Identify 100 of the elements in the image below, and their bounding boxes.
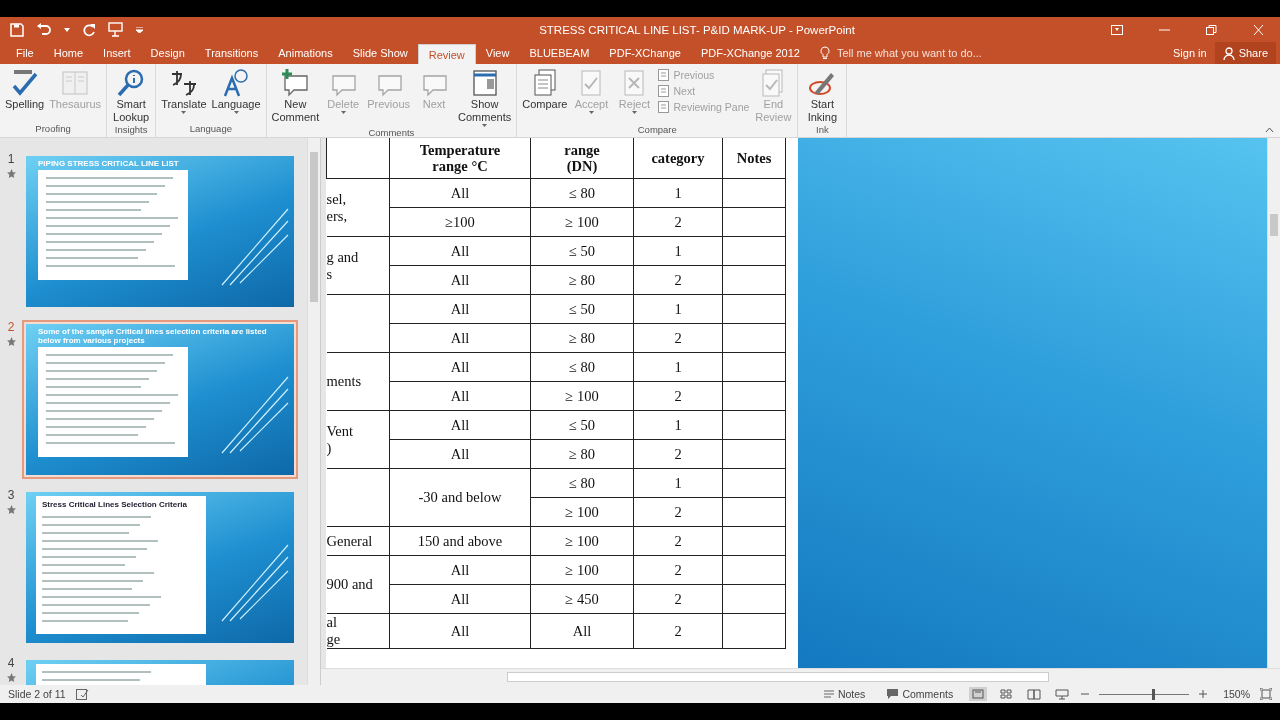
table-cell: ≤ 80 — [530, 352, 634, 382]
column-header: Temperature range °C — [389, 138, 531, 179]
scrollbar[interactable] — [321, 668, 1280, 685]
lightbulb-icon — [819, 46, 830, 60]
column-header: Notes — [722, 138, 786, 179]
presentation-icon[interactable] — [1053, 687, 1072, 701]
zoom-level[interactable]: 150% — [1223, 688, 1250, 700]
table-cell: All — [389, 613, 531, 649]
ribbon-tab[interactable]: Design — [140, 42, 195, 64]
ribbon-display-icon[interactable] — [1111, 24, 1123, 35]
table-cell: All — [389, 236, 531, 266]
sign-in-link[interactable]: Sign in — [1173, 47, 1207, 59]
group-label: Compare — [636, 124, 678, 137]
ribbon-tab[interactable]: BLUEBEAM — [519, 42, 600, 64]
ribbon-button[interactable]: Compare — [520, 66, 570, 111]
table-cell: 1 — [633, 352, 723, 382]
table-cell: 2 — [633, 207, 723, 237]
star-icon — [6, 337, 16, 346]
table-cell: 2 — [633, 381, 723, 411]
table-cell: General — [326, 526, 390, 556]
ribbon-icon — [280, 68, 311, 98]
comment-icon — [887, 689, 899, 699]
table-cell: All — [389, 352, 531, 382]
group-label: Proofing — [34, 123, 72, 136]
table-cell: ≥ 80 — [530, 439, 634, 469]
presentation-icon[interactable] — [108, 22, 124, 37]
fit-slide-icon[interactable] — [1260, 688, 1272, 700]
table-cell: All — [389, 323, 531, 353]
caret-icon[interactable] — [64, 27, 70, 32]
table-cell: 2 — [633, 439, 723, 469]
restore-icon[interactable] — [1206, 24, 1217, 35]
table-cell: 2 — [633, 584, 723, 614]
ribbon-button[interactable]: Smart Lookup — [110, 66, 153, 124]
window-title: STRESS CRITICAL LINE LIST- P&ID MARK-UP - PowerPoint — [538, 23, 856, 36]
zoom-in-icon[interactable] — [1199, 690, 1208, 698]
ribbon-tab[interactable]: Animations — [268, 42, 343, 64]
save-icon[interactable] — [10, 22, 24, 37]
ribbon-button[interactable]: New Comment — [269, 66, 322, 124]
document-icon — [658, 101, 670, 113]
scrollbar[interactable] — [307, 138, 320, 685]
book-icon[interactable] — [1025, 687, 1044, 701]
zoom-out-icon[interactable] — [1081, 690, 1090, 698]
slide-title: PIPING STRESS CRITICAL LINE LIST — [37, 158, 180, 170]
column-header: range (DN) — [530, 138, 634, 179]
table-cell: All — [389, 265, 531, 295]
slide-title: Stress Critical Lines Selection Criteria — [41, 499, 188, 509]
ribbon-button[interactable]: Translate — [159, 66, 209, 114]
notes-button[interactable]: Notes — [817, 687, 872, 701]
ribbon-tab[interactable]: PDF-XChange — [599, 42, 691, 64]
table-cell: ≥100 — [389, 207, 531, 237]
table-cell: ≤ 50 — [530, 294, 634, 324]
table-cell: All — [389, 381, 531, 411]
slide-title: Some of the sample Critical lines selection criteria are listed below from various projects — [37, 326, 268, 347]
table-cell: 1 — [633, 178, 723, 208]
caret-icon — [181, 111, 187, 114]
normal-view-icon[interactable] — [969, 687, 988, 701]
ribbon-tab[interactable]: Slide Show — [342, 42, 418, 64]
close-icon[interactable] — [1253, 24, 1264, 35]
ribbon-button[interactable]: Start Inking — [801, 66, 844, 124]
share-button[interactable]: Share — [1214, 42, 1276, 64]
table-cell: 1 — [633, 410, 723, 440]
table-cell: ≤ 80 — [530, 178, 634, 208]
ribbon-tab[interactable]: PDF-XChange 2012 — [690, 42, 810, 64]
column-header: category — [633, 138, 723, 179]
scrollbar[interactable] — [1267, 138, 1280, 668]
ribbon-button[interactable]: Spelling — [3, 66, 47, 111]
ribbon-tab[interactable]: Home — [43, 42, 94, 64]
ribbon-tab[interactable]: Insert — [93, 42, 141, 64]
comments-button[interactable]: Comments — [881, 687, 960, 701]
slide-number: 3 — [7, 488, 15, 502]
undo-icon[interactable] — [36, 22, 52, 37]
table-cell: 2 — [633, 555, 723, 585]
spellcheck-icon[interactable] — [75, 688, 89, 700]
table-cell: All — [389, 584, 531, 614]
ribbon-button[interactable]: Show Comments — [456, 66, 514, 127]
table-cell: sel, ers, — [326, 178, 390, 237]
ribbon-button[interactable]: Language — [209, 66, 263, 114]
table-cell: 2 — [633, 526, 723, 556]
ribbon-tab[interactable]: Review — [417, 44, 476, 64]
table-cell: All — [389, 555, 531, 585]
table-cell: Vent ) — [326, 410, 390, 469]
slide-counter: Slide 2 of 11 — [8, 688, 66, 700]
customize-icon[interactable] — [136, 26, 143, 33]
slide-number: 1 — [7, 152, 15, 166]
table-cell: 2 — [633, 323, 723, 353]
collapse-icon[interactable] — [1265, 127, 1274, 133]
table-cell: 1 — [633, 468, 723, 498]
redo-icon[interactable] — [82, 22, 96, 37]
star-icon — [6, 505, 16, 514]
zoom-slider-thumb[interactable] — [1152, 688, 1156, 700]
table-cell: All — [389, 178, 531, 208]
tell-me-field[interactable]: Tell me what you want to do... — [834, 46, 1019, 60]
table-cell: ≥ 100 — [530, 526, 634, 556]
ribbon-tab[interactable]: File — [6, 42, 44, 64]
table-cell: ≥ 450 — [530, 584, 634, 614]
table-cell: All — [530, 613, 634, 649]
ribbon-tab[interactable]: View — [475, 42, 520, 64]
table-cell: 2 — [633, 497, 723, 527]
slide-number: 4 — [7, 656, 15, 670]
ribbon-tab[interactable]: Transitions — [194, 42, 269, 64]
